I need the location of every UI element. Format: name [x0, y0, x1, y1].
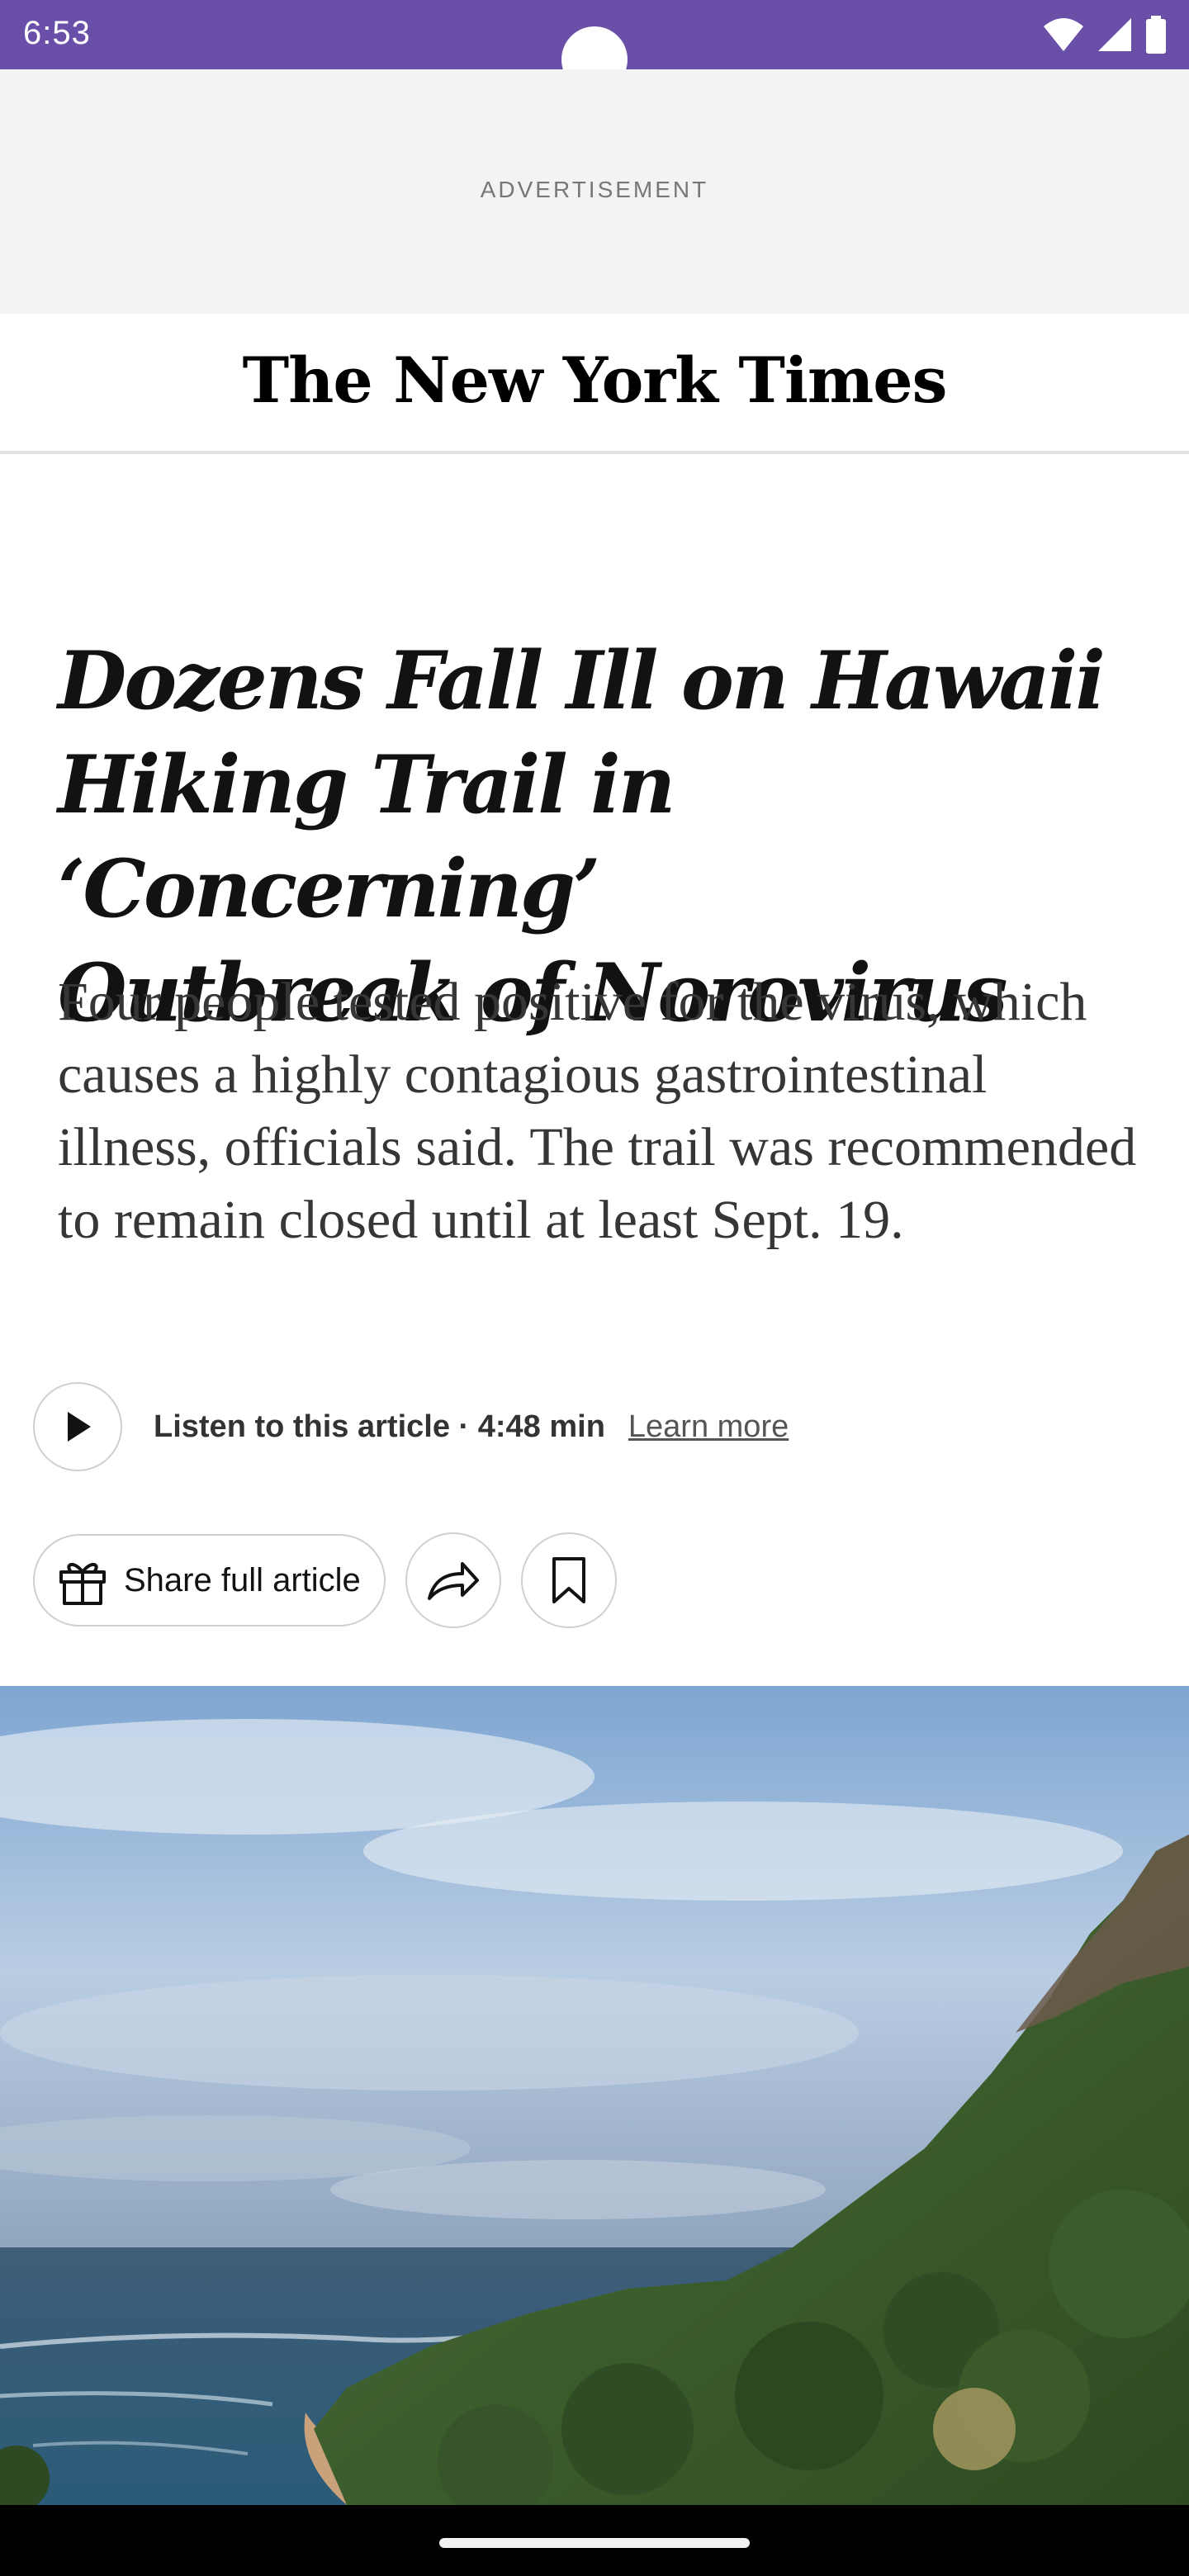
article-actions: Share full article: [33, 1532, 617, 1628]
headline-line: Dozens Fall Ill on Hawaii: [58, 634, 1106, 727]
share-arrow-icon: [427, 1562, 479, 1600]
home-gesture-handle[interactable]: [439, 2538, 750, 2548]
learn-more-link[interactable]: Learn more: [628, 1409, 789, 1445]
bookmark-button[interactable]: [520, 1532, 617, 1628]
hero-image[interactable]: [0, 1686, 1189, 2505]
wifi-icon: [1044, 18, 1083, 51]
headline-line: Hiking Trail in ‘Concerning’: [58, 738, 675, 935]
audio-player-row: Listen to this article · 4:48 min Learn …: [33, 1380, 789, 1473]
share-full-article-button[interactable]: Share full article: [33, 1534, 386, 1627]
play-icon: [68, 1412, 91, 1442]
advertisement-label: ADVERTISEMENT: [480, 177, 709, 202]
listen-label: Listen to this article · 4:48 min: [154, 1409, 605, 1444]
bookmark-icon: [552, 1557, 585, 1603]
advertisement-area[interactable]: ADVERTISEMENT: [0, 69, 1189, 315]
share-full-article-label: Share full article: [124, 1561, 361, 1598]
battery-icon: [1146, 16, 1166, 54]
system-navigation-bar: [0, 2505, 1189, 2576]
gift-icon: [59, 1563, 106, 1605]
coastal-landscape-photo: [0, 1686, 1189, 2505]
cellular-signal-icon: [1098, 18, 1131, 51]
share-button[interactable]: [405, 1532, 501, 1628]
status-bar: 6:53: [0, 0, 1189, 92]
article-summary: Four people tested positive for the viru…: [58, 972, 1137, 1250]
status-time: 6:53: [23, 15, 91, 51]
play-button[interactable]: [33, 1382, 122, 1471]
nyt-logo[interactable]: The New York Times: [0, 343, 1189, 417]
status-icons: [1042, 13, 1168, 56]
masthead: The New York Times: [0, 314, 1189, 454]
